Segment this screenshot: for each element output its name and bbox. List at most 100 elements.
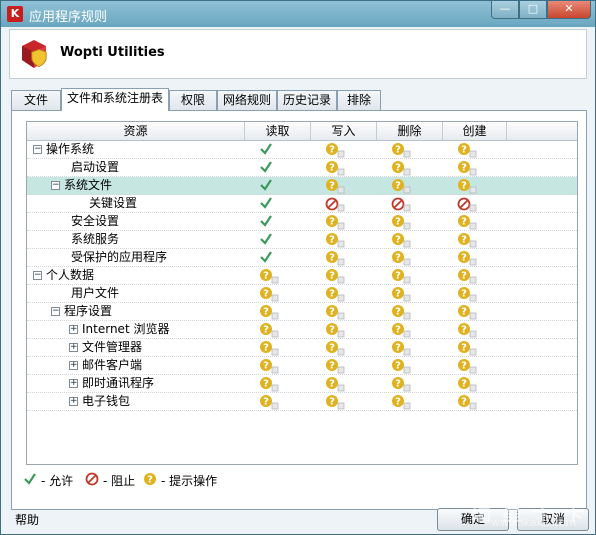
write-permission-prompt-icon[interactable]: ? <box>325 142 345 158</box>
column-header-delete[interactable]: 删除 <box>377 122 443 140</box>
expand-icon[interactable]: + <box>69 379 78 388</box>
table-row[interactable]: 受保护的应用程序??? <box>27 249 577 267</box>
create-permission-block-icon[interactable] <box>457 196 477 212</box>
create-permission-prompt-icon[interactable]: ? <box>457 142 477 158</box>
delete-permission-prompt-icon[interactable]: ? <box>391 142 411 158</box>
table-row[interactable]: 启动设置??? <box>27 159 577 177</box>
delete-permission-prompt-icon[interactable]: ? <box>391 304 411 320</box>
read-permission-check-icon[interactable] <box>259 178 279 194</box>
maximize-button[interactable]: □ <box>519 1 547 19</box>
create-permission-prompt-icon[interactable]: ? <box>457 286 477 302</box>
create-permission-prompt-icon[interactable]: ? <box>457 214 477 230</box>
table-row[interactable]: 安全设置??? <box>27 213 577 231</box>
title-bar[interactable]: K 应用程序规则 — □ ✕ <box>1 1 595 27</box>
delete-permission-prompt-icon[interactable]: ? <box>391 322 411 338</box>
table-row[interactable]: + 即时通讯程序???? <box>27 375 577 393</box>
minimize-button[interactable]: — <box>491 1 519 19</box>
create-permission-prompt-icon[interactable]: ? <box>457 358 477 374</box>
read-permission-check-icon[interactable] <box>259 214 279 230</box>
create-permission-prompt-icon[interactable]: ? <box>457 304 477 320</box>
write-permission-prompt-icon[interactable]: ? <box>325 340 345 356</box>
write-permission-prompt-icon[interactable]: ? <box>325 250 345 266</box>
create-permission-prompt-icon[interactable]: ? <box>457 160 477 176</box>
table-row[interactable]: 关键设置 <box>27 195 577 213</box>
write-permission-prompt-icon[interactable]: ? <box>325 286 345 302</box>
delete-permission-prompt-icon[interactable]: ? <box>391 250 411 266</box>
read-permission-check-icon[interactable] <box>259 196 279 212</box>
read-permission-prompt-icon[interactable]: ? <box>259 304 279 320</box>
read-permission-check-icon[interactable] <box>259 142 279 158</box>
tab-network-rules[interactable]: 网络规则 <box>217 90 277 110</box>
table-row[interactable]: + 电子钱包???? <box>27 393 577 411</box>
collapse-icon[interactable]: − <box>33 145 42 154</box>
table-row[interactable]: + Internet 浏览器???? <box>27 321 577 339</box>
tab-history[interactable]: 历史记录 <box>277 90 337 110</box>
help-link[interactable]: 帮助 <box>15 511 39 528</box>
read-permission-prompt-icon[interactable]: ? <box>259 322 279 338</box>
expand-icon[interactable]: + <box>69 343 78 352</box>
read-permission-prompt-icon[interactable]: ? <box>259 376 279 392</box>
create-permission-prompt-icon[interactable]: ? <box>457 250 477 266</box>
delete-permission-prompt-icon[interactable]: ? <box>391 232 411 248</box>
table-row[interactable]: − 个人数据???? <box>27 267 577 285</box>
table-row[interactable]: 用户文件???? <box>27 285 577 303</box>
delete-permission-prompt-icon[interactable]: ? <box>391 358 411 374</box>
resource-permissions-grid[interactable]: 资源 读取 写入 删除 创建 − 操作系统??? 启动设置??? − 系统文件??? 关键… <box>26 121 578 465</box>
read-permission-check-icon[interactable] <box>259 250 279 266</box>
create-permission-prompt-icon[interactable]: ? <box>457 322 477 338</box>
delete-permission-prompt-icon[interactable]: ? <box>391 340 411 356</box>
read-permission-prompt-icon[interactable]: ? <box>259 340 279 356</box>
collapse-icon[interactable]: − <box>51 181 60 190</box>
table-row[interactable]: 系统服务??? <box>27 231 577 249</box>
expand-icon[interactable]: + <box>69 361 78 370</box>
table-row[interactable]: − 系统文件??? <box>27 177 577 195</box>
read-permission-prompt-icon[interactable]: ? <box>259 358 279 374</box>
collapse-icon[interactable]: − <box>33 271 42 280</box>
write-permission-prompt-icon[interactable]: ? <box>325 268 345 284</box>
write-permission-prompt-icon[interactable]: ? <box>325 232 345 248</box>
write-permission-prompt-icon[interactable]: ? <box>325 160 345 176</box>
write-permission-prompt-icon[interactable]: ? <box>325 322 345 338</box>
tab-permissions[interactable]: 权限 <box>169 90 217 110</box>
delete-permission-prompt-icon[interactable]: ? <box>391 214 411 230</box>
write-permission-prompt-icon[interactable]: ? <box>325 214 345 230</box>
expand-icon[interactable]: + <box>69 325 78 334</box>
read-permission-prompt-icon[interactable]: ? <box>259 394 279 410</box>
tab-exclusions[interactable]: 排除 <box>337 90 381 110</box>
create-permission-prompt-icon[interactable]: ? <box>457 340 477 356</box>
tab-files-and-registry[interactable]: 文件和系统注册表 <box>61 88 169 111</box>
delete-permission-prompt-icon[interactable]: ? <box>391 160 411 176</box>
read-permission-check-icon[interactable] <box>259 160 279 176</box>
table-row[interactable]: − 程序设置???? <box>27 303 577 321</box>
delete-permission-block-icon[interactable] <box>391 196 411 212</box>
tab-files[interactable]: 文件 <box>11 90 61 110</box>
create-permission-prompt-icon[interactable]: ? <box>457 232 477 248</box>
read-permission-prompt-icon[interactable]: ? <box>259 286 279 302</box>
column-header-write[interactable]: 写入 <box>311 122 377 140</box>
read-permission-prompt-icon[interactable]: ? <box>259 268 279 284</box>
write-permission-prompt-icon[interactable]: ? <box>325 394 345 410</box>
column-header-create[interactable]: 创建 <box>443 122 507 140</box>
write-permission-prompt-icon[interactable]: ? <box>325 178 345 194</box>
write-permission-block-icon[interactable] <box>325 196 345 212</box>
delete-permission-prompt-icon[interactable]: ? <box>391 286 411 302</box>
write-permission-prompt-icon[interactable]: ? <box>325 358 345 374</box>
column-header-resource[interactable]: 资源 <box>27 122 245 140</box>
table-row[interactable]: − 操作系统??? <box>27 141 577 159</box>
write-permission-prompt-icon[interactable]: ? <box>325 376 345 392</box>
table-row[interactable]: + 邮件客户端???? <box>27 357 577 375</box>
create-permission-prompt-icon[interactable]: ? <box>457 394 477 410</box>
close-button[interactable]: ✕ <box>547 1 591 19</box>
delete-permission-prompt-icon[interactable]: ? <box>391 178 411 194</box>
read-permission-check-icon[interactable] <box>259 232 279 248</box>
create-permission-prompt-icon[interactable]: ? <box>457 376 477 392</box>
delete-permission-prompt-icon[interactable]: ? <box>391 376 411 392</box>
table-row[interactable]: + 文件管理器???? <box>27 339 577 357</box>
write-permission-prompt-icon[interactable]: ? <box>325 304 345 320</box>
delete-permission-prompt-icon[interactable]: ? <box>391 268 411 284</box>
delete-permission-prompt-icon[interactable]: ? <box>391 394 411 410</box>
create-permission-prompt-icon[interactable]: ? <box>457 268 477 284</box>
column-header-read[interactable]: 读取 <box>245 122 311 140</box>
collapse-icon[interactable]: − <box>51 307 60 316</box>
expand-icon[interactable]: + <box>69 397 78 406</box>
